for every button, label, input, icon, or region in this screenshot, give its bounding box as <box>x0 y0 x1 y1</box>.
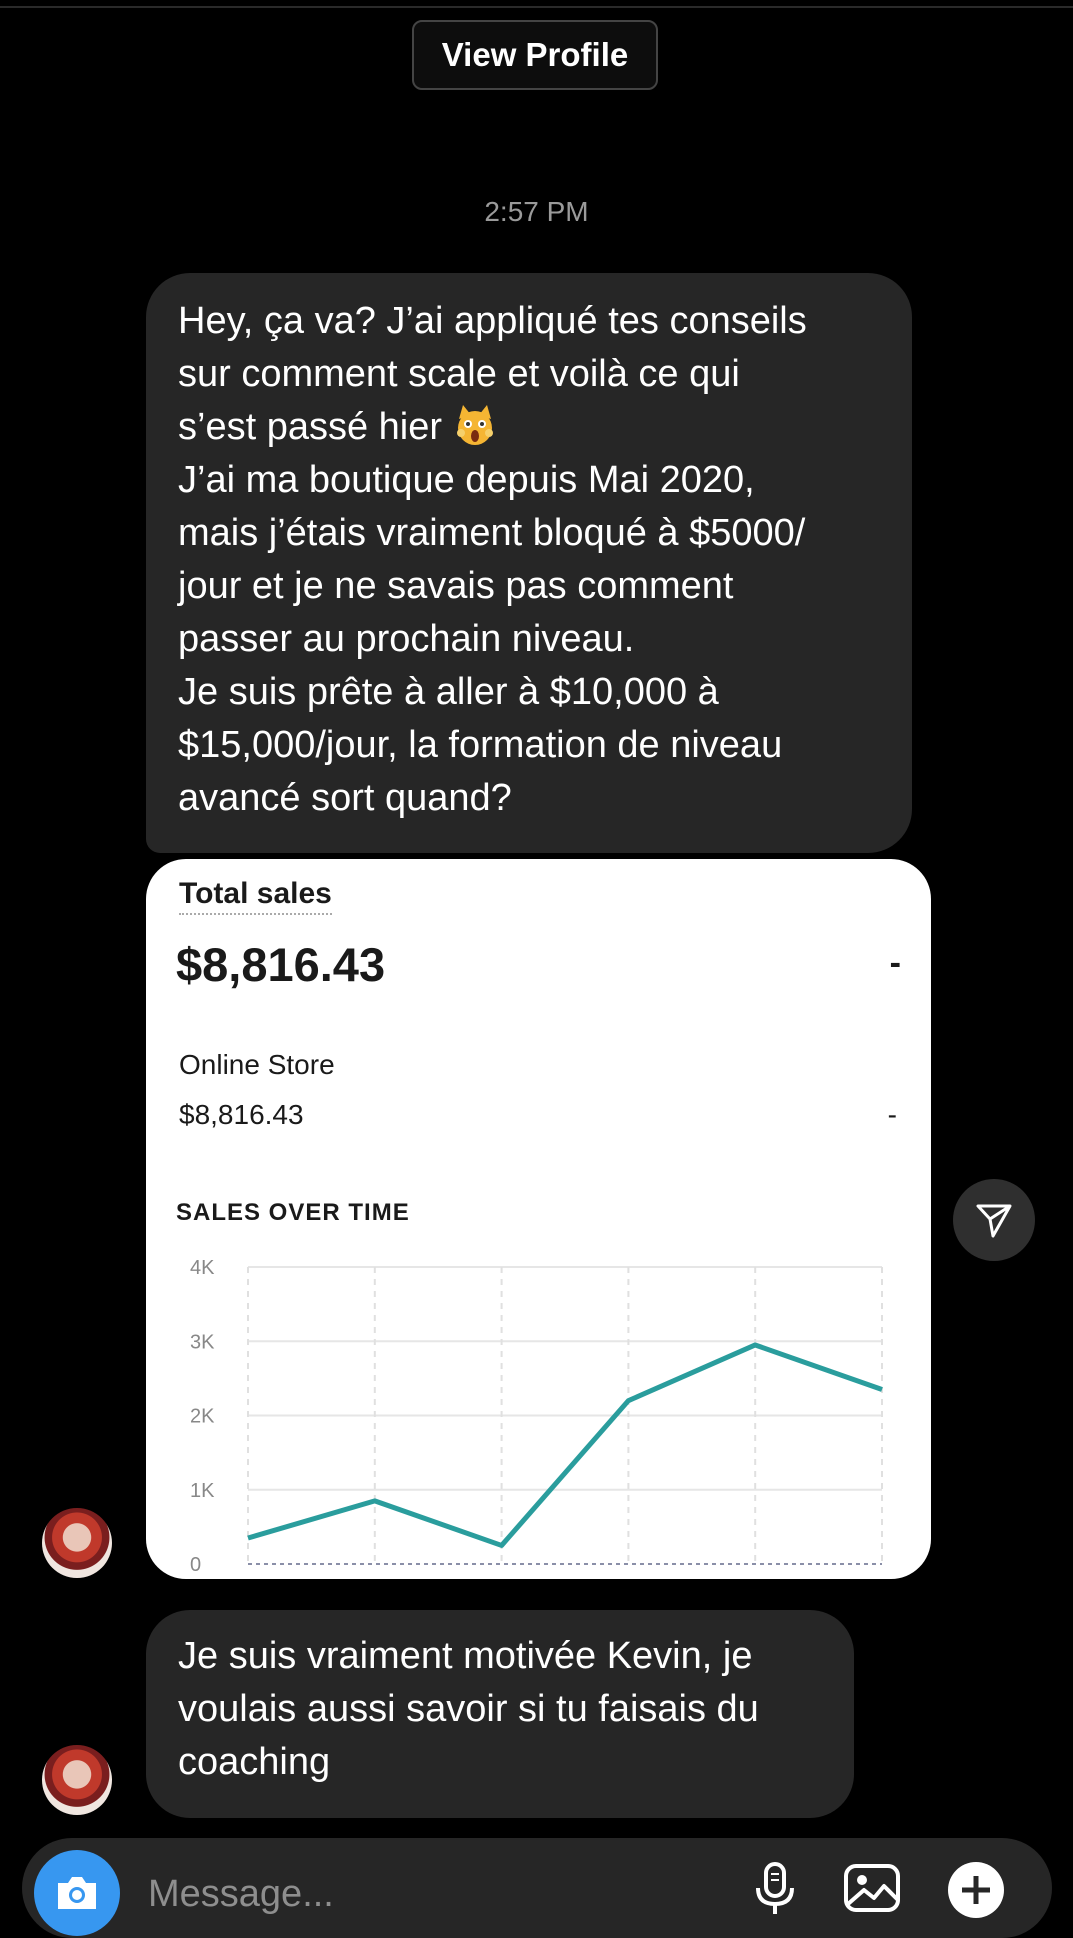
plus-icon[interactable] <box>946 1860 1006 1920</box>
sales-series-line <box>248 1345 882 1545</box>
y-tick-label: 3K <box>190 1331 215 1353</box>
microphone-icon[interactable] <box>750 1860 800 1916</box>
avatar[interactable] <box>42 1508 112 1578</box>
y-tick-label: 4K <box>190 1257 215 1279</box>
message-bubble-1[interactable]: Hey, ça va? J’ai appliqué tes conseils s… <box>146 273 912 853</box>
send-icon <box>974 1200 1014 1240</box>
message-2-text: Je suis vraiment motivée Kevin, je voula… <box>178 1630 822 1789</box>
scream-cat-emoji-icon <box>453 403 497 447</box>
y-tick-label: 2K <box>190 1406 215 1428</box>
sales-over-time-heading: SALES OVER TIME <box>176 1199 410 1227</box>
y-tick-label: 0 <box>190 1554 201 1576</box>
message-input[interactable] <box>146 1868 610 1920</box>
top-divider <box>0 6 1073 8</box>
total-sales-change: - <box>890 944 901 983</box>
gallery-icon[interactable] <box>842 1860 902 1916</box>
y-tick-label: 1K <box>190 1480 215 1502</box>
camera-icon <box>54 1873 100 1913</box>
message-bubble-2[interactable]: Je suis vraiment motivée Kevin, je voula… <box>146 1610 854 1818</box>
online-store-change: - <box>888 1099 897 1131</box>
message-timestamp: 2:57 PM <box>0 196 1073 228</box>
message-composer <box>22 1838 1052 1938</box>
total-sales-title: Total sales <box>179 877 332 915</box>
total-sales-card[interactable]: Total sales $8,816.43 - Online Store $8,… <box>146 859 931 1579</box>
sales-over-time-chart: 4K 3K 2K 1K 0 <box>146 1249 931 1579</box>
avatar[interactable] <box>42 1745 112 1815</box>
share-button[interactable] <box>953 1179 1035 1261</box>
total-sales-amount: $8,816.43 <box>176 937 385 992</box>
camera-button[interactable] <box>34 1850 120 1936</box>
online-store-amount: $8,816.43 <box>179 1099 304 1131</box>
message-1-text-rest: J’ai ma boutique depuis Mai 2020, mais j… <box>178 459 805 819</box>
online-store-label: Online Store <box>179 1049 335 1081</box>
view-profile-button[interactable]: View Profile <box>412 20 658 90</box>
